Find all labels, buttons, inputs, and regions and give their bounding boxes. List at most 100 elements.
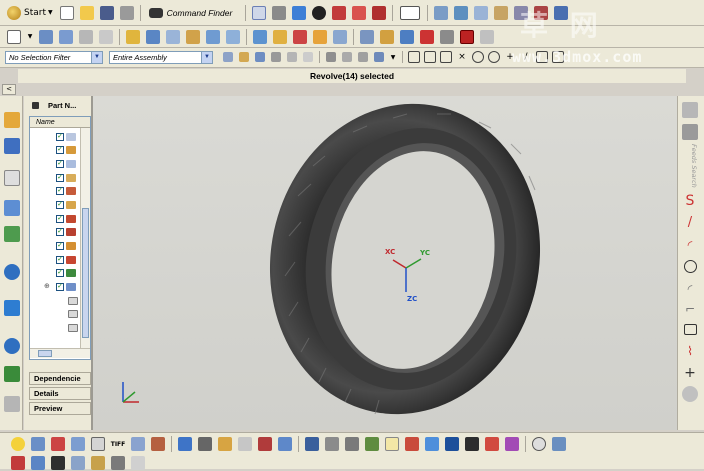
tree-item[interactable]: ✓ [56,131,76,142]
checkbox[interactable]: ✓ [56,214,64,223]
sketch-icon[interactable] [6,29,22,45]
datum-icon[interactable] [38,29,54,45]
tree-item[interactable]: ✓ [56,144,76,155]
chamfer-sketch-icon[interactable]: ⌐ [682,302,698,318]
component-icon[interactable] [379,29,395,45]
photo-icon[interactable] [551,436,567,452]
checkbox[interactable]: ✓ [56,132,64,141]
filter-icon[interactable] [222,51,234,63]
assembly-navigator-icon[interactable] [4,112,20,128]
image-icon[interactable] [464,436,480,452]
pattern-icon[interactable] [205,29,221,45]
back-button[interactable]: < [2,84,16,95]
analysis-icon[interactable] [473,5,489,21]
vertical-scrollbar[interactable] [80,128,90,348]
internet-explorer-icon[interactable] [4,264,20,280]
thicken-icon[interactable] [332,29,348,45]
select-icon[interactable] [251,5,267,21]
tree-item[interactable]: ✓ [56,226,76,237]
tree-item[interactable]: ✓ [56,199,76,210]
dependencies-section[interactable]: Dependencie [29,372,91,385]
reuse-library-icon[interactable] [4,200,20,216]
rectangle-icon[interactable] [684,324,697,335]
system-scenes-icon[interactable] [4,396,20,412]
tree-item[interactable]: ✓ [56,172,76,183]
light-icon[interactable] [237,436,253,452]
curve-rule-icon[interactable] [325,51,337,63]
offset-icon[interactable] [312,29,328,45]
scene-icon[interactable] [424,436,440,452]
print-icon[interactable] [119,5,135,21]
edge-select-icon[interactable] [270,51,282,63]
chevron-down-icon[interactable]: ▼ [91,52,102,63]
snap-view-icon[interactable] [271,5,287,21]
checkbox[interactable]: ✓ [56,173,64,182]
sew-icon[interactable] [272,29,288,45]
png-icon[interactable] [150,436,166,452]
mirror-icon[interactable] [225,29,241,45]
open-folder-icon[interactable] [79,5,95,21]
stop-at-intersection-icon[interactable] [341,51,353,63]
palettes-icon[interactable] [4,300,20,316]
animation-icon[interactable] [177,436,193,452]
finish-sketch-icon[interactable] [682,124,698,140]
new-file-icon[interactable] [59,5,75,21]
tree-item[interactable]: ✓ [56,254,76,265]
tree-item[interactable]: ✓ [56,213,76,224]
point-snap-icon[interactable] [373,51,385,63]
intersection-point-icon[interactable]: × [456,51,468,63]
name-column-header[interactable]: Name [30,117,90,128]
lightbulb-icon[interactable] [10,436,26,452]
revolve-icon[interactable] [78,29,94,45]
constraint-icon[interactable] [399,29,415,45]
tree-item[interactable]: ✓ [56,185,76,196]
dropdown-arrow-icon[interactable]: ▼ [389,51,397,63]
more-icon[interactable] [479,29,495,45]
mid-point-icon[interactable] [424,51,436,63]
point-icon[interactable]: + [682,366,698,382]
body-select-icon[interactable] [286,51,298,63]
arc-center-icon[interactable] [472,51,484,63]
measure-angle-icon[interactable] [50,436,66,452]
render-style-icon[interactable] [444,436,460,452]
checkbox[interactable]: ✓ [56,255,64,264]
save-icon[interactable] [99,5,115,21]
command-finder-button[interactable]: Command Finder [144,4,238,22]
tree-item[interactable]: ✓ [56,158,76,169]
roles-icon[interactable] [4,366,20,382]
grid-icon[interactable] [433,5,449,21]
fillet-icon[interactable]: ◜ [682,282,698,298]
chamfer-icon[interactable] [165,29,181,45]
background-icon[interactable] [217,436,233,452]
sketch-task-icon[interactable] [682,102,698,118]
surface-icon[interactable] [252,29,268,45]
camera-icon[interactable] [197,436,213,452]
hole-icon[interactable] [98,29,114,45]
process-studio-icon[interactable] [4,338,20,354]
checkbox[interactable]: ✓ [56,227,64,236]
material-icon[interactable] [257,436,273,452]
offset-curve-icon[interactable] [682,386,698,402]
control-point-icon[interactable] [440,51,452,63]
tiff-icon[interactable]: TIFF [110,436,126,452]
checkbox[interactable]: ✓ [56,159,64,168]
scope-select[interactable]: Entire Assembly ▼ [109,51,213,64]
start-button[interactable]: Start ▼ [3,4,57,22]
extrude-icon[interactable] [58,29,74,45]
measure-icon[interactable] [453,5,469,21]
shaded-icon[interactable] [291,5,307,21]
layer-icon[interactable] [371,5,387,21]
tree-item[interactable] [66,295,78,306]
part-icon[interactable] [493,5,509,21]
checkbox[interactable]: ✓ [56,268,64,277]
checkbox[interactable]: ✓ [56,200,64,209]
face-select-icon[interactable] [254,51,266,63]
profile-icon[interactable]: S [682,194,698,210]
palette-icon[interactable] [504,436,520,452]
drafting-icon[interactable] [439,29,455,45]
scroll-thumb[interactable] [38,350,52,357]
paint-icon[interactable] [484,436,500,452]
history-icon[interactable] [4,226,20,242]
blend-icon[interactable] [145,29,161,45]
follow-fillet-icon[interactable] [357,51,369,63]
